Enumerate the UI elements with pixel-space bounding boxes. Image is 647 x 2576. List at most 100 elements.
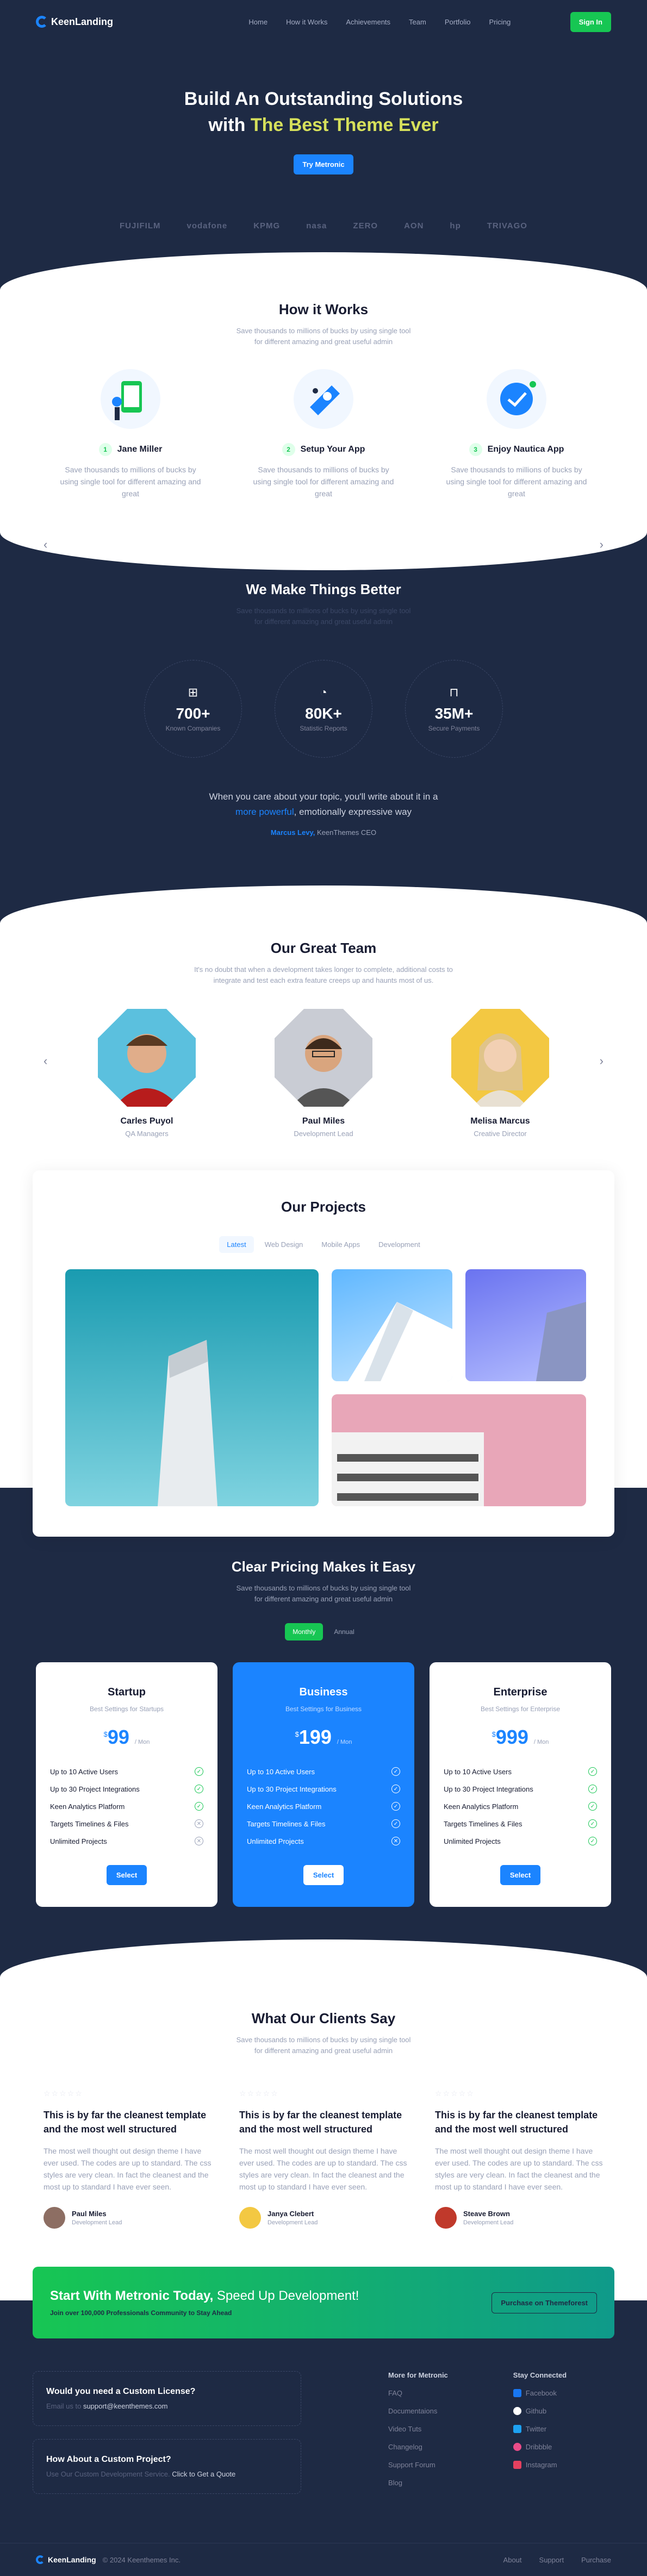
avatar xyxy=(239,2207,261,2229)
logo-kpmg: KPMG xyxy=(253,221,281,230)
logo-aon: AON xyxy=(404,221,424,230)
logo-icon xyxy=(36,2555,45,2564)
step-card: 3 Enjoy Nautica App Save thousands to mil… xyxy=(435,369,598,500)
avatar xyxy=(98,1009,196,1107)
stat-known-companies: ⊞ 700+ Known Companies xyxy=(144,660,242,758)
clients-title: What Our Clients Say xyxy=(251,2010,396,2026)
project-image[interactable] xyxy=(332,1394,586,1506)
cross-icon: ✕ xyxy=(391,1837,400,1845)
how-it-works-section: How it Works Save thousands to millions … xyxy=(0,290,647,532)
main-menu: Home How it Works Achievements Team Port… xyxy=(248,18,511,26)
step-label: Enjoy Nautica App xyxy=(487,445,564,454)
tab-mobile-apps[interactable]: Mobile Apps xyxy=(314,1236,368,1253)
check-icon: ✓ xyxy=(391,1785,400,1793)
social-facebook[interactable]: Facebook xyxy=(513,2389,567,2397)
footer-link[interactable]: Documentaions xyxy=(388,2407,448,2415)
hero-section: KeenLanding Home How it Works Achievemen… xyxy=(0,0,647,290)
avatar xyxy=(435,2207,457,2229)
footer-support-link[interactable]: Support xyxy=(539,2556,564,2564)
toggle-monthly[interactable]: Monthly xyxy=(285,1623,324,1641)
stat-secure-payments: ⊓ 35M+ Secure Payments xyxy=(405,660,503,758)
testimonial-card: ☆☆☆☆☆ This is by far the cleanest templat… xyxy=(435,2089,604,2229)
team-section: ‹ › Our Great Team It's no doubt that wh… xyxy=(0,924,647,1170)
check-icon: ✓ xyxy=(588,1785,597,1793)
dribbble-icon xyxy=(513,2443,521,2451)
social-instagram[interactable]: Instagram xyxy=(513,2461,567,2469)
testimonial-card: ☆☆☆☆☆ This is by far the cleanest templat… xyxy=(239,2089,408,2229)
cross-icon: ✕ xyxy=(195,1819,203,1828)
chevron-left-icon[interactable]: ‹ xyxy=(43,538,47,552)
instagram-icon xyxy=(513,2461,521,2469)
step-card: 1 Jane Miller Save thousands to millions … xyxy=(49,369,212,500)
cta-wrapper: Start With Metronic Today, Speed Up Deve… xyxy=(0,2267,647,2338)
tab-latest[interactable]: Latest xyxy=(219,1236,254,1253)
check-icon: ✓ xyxy=(588,1837,597,1845)
top-navbar: KeenLanding Home How it Works Achievemen… xyxy=(0,0,647,43)
purchase-button[interactable]: Purchase on Themeforest xyxy=(492,2292,597,2313)
try-metronic-button[interactable]: Try Metronic xyxy=(294,154,353,174)
check-icon: ✓ xyxy=(195,1802,203,1811)
team-member: Carles Puyol QA Managers xyxy=(95,1009,198,1138)
project-image[interactable] xyxy=(332,1269,452,1381)
toggle-annual[interactable]: Annual xyxy=(326,1623,362,1641)
step-illustration xyxy=(294,369,353,429)
projects-section: Our Projects Latest Web Design Mobile Ap… xyxy=(0,1170,647,1537)
footer-about-link[interactable]: About xyxy=(503,2556,522,2564)
step-illustration xyxy=(487,369,546,429)
brand-logo[interactable]: KeenLanding xyxy=(36,16,113,28)
footer-link[interactable]: FAQ xyxy=(388,2389,448,2397)
footer-link[interactable]: Video Tuts xyxy=(388,2425,448,2433)
pricing-section: Clear Pricing Makes it Easy Save thousan… xyxy=(0,1537,647,1978)
plan-card-business: Business Best Settings for Business $199 … xyxy=(233,1662,414,1907)
custom-license-box: Would you need a Custom License? Email us… xyxy=(33,2371,301,2426)
menu-item-home[interactable]: Home xyxy=(248,18,267,26)
check-icon: ✓ xyxy=(195,1767,203,1776)
check-icon: ✓ xyxy=(195,1785,203,1793)
footer-logo[interactable]: KeenLanding xyxy=(36,2555,96,2564)
select-enterprise-button[interactable]: Select xyxy=(500,1865,541,1885)
social-dribbble[interactable]: Dribbble xyxy=(513,2443,567,2451)
menu-item-team[interactable]: Team xyxy=(409,18,426,26)
social-links: Stay Connected Facebook Github Twitter D… xyxy=(513,2371,567,2469)
sign-in-button[interactable]: Sign In xyxy=(570,11,611,32)
support-email-link[interactable]: support@keenthemes.com xyxy=(83,2402,168,2410)
basket-icon: ⊓ xyxy=(449,685,459,699)
ceo-quote: When you care about your topic, you'll w… xyxy=(209,791,438,817)
check-icon: ✓ xyxy=(588,1802,597,1811)
projects-title: Our Projects xyxy=(281,1199,366,1215)
select-startup-button[interactable]: Select xyxy=(106,1865,147,1885)
social-twitter[interactable]: Twitter xyxy=(513,2425,567,2433)
select-business-button[interactable]: Select xyxy=(303,1865,344,1885)
logo-vodafone: vodafone xyxy=(186,221,228,230)
get-quote-link[interactable]: Click to Get a Quote xyxy=(172,2470,235,2478)
chevron-left-icon[interactable]: ‹ xyxy=(43,1054,47,1068)
tab-web-design[interactable]: Web Design xyxy=(257,1236,311,1253)
team-member: Paul Miles Development Lead xyxy=(272,1009,375,1138)
avatar xyxy=(275,1009,372,1107)
social-github[interactable]: Github xyxy=(513,2407,567,2415)
logo-trivago: TRIVAGO xyxy=(487,221,527,230)
footer-link[interactable]: Support Forum xyxy=(388,2461,448,2469)
facebook-icon xyxy=(513,2389,521,2397)
menu-item-pricing[interactable]: Pricing xyxy=(489,18,511,26)
team-member: Melisa Marcus Creative Director xyxy=(449,1009,552,1138)
check-icon: ✓ xyxy=(588,1819,597,1828)
logo-nasa: nasa xyxy=(306,221,327,230)
grid-icon: ⊞ xyxy=(188,685,198,699)
project-image[interactable] xyxy=(465,1269,586,1381)
menu-item-portfolio[interactable]: Portfolio xyxy=(445,18,471,26)
project-image[interactable] xyxy=(65,1269,319,1506)
tab-development[interactable]: Development xyxy=(371,1236,428,1253)
chevron-right-icon[interactable]: › xyxy=(600,1054,604,1068)
chevron-right-icon[interactable]: › xyxy=(600,538,604,552)
footer-link[interactable]: Blog xyxy=(388,2479,448,2487)
step-illustration xyxy=(101,369,160,429)
quote-author: Marcus Levy, KeenThemes CEO xyxy=(270,828,377,837)
footer-purchase-link[interactable]: Purchase xyxy=(581,2556,611,2564)
menu-item-achievements[interactable]: Achievements xyxy=(346,18,390,26)
project-tabs: Latest Web Design Mobile Apps Developmen… xyxy=(65,1236,582,1253)
footer-link[interactable]: Changelog xyxy=(388,2443,448,2451)
footer-links: More for Metronic FAQ Documentaions Vide… xyxy=(388,2371,448,2487)
check-icon: ✓ xyxy=(391,1802,400,1811)
menu-item-how-it-works[interactable]: How it Works xyxy=(286,18,327,26)
